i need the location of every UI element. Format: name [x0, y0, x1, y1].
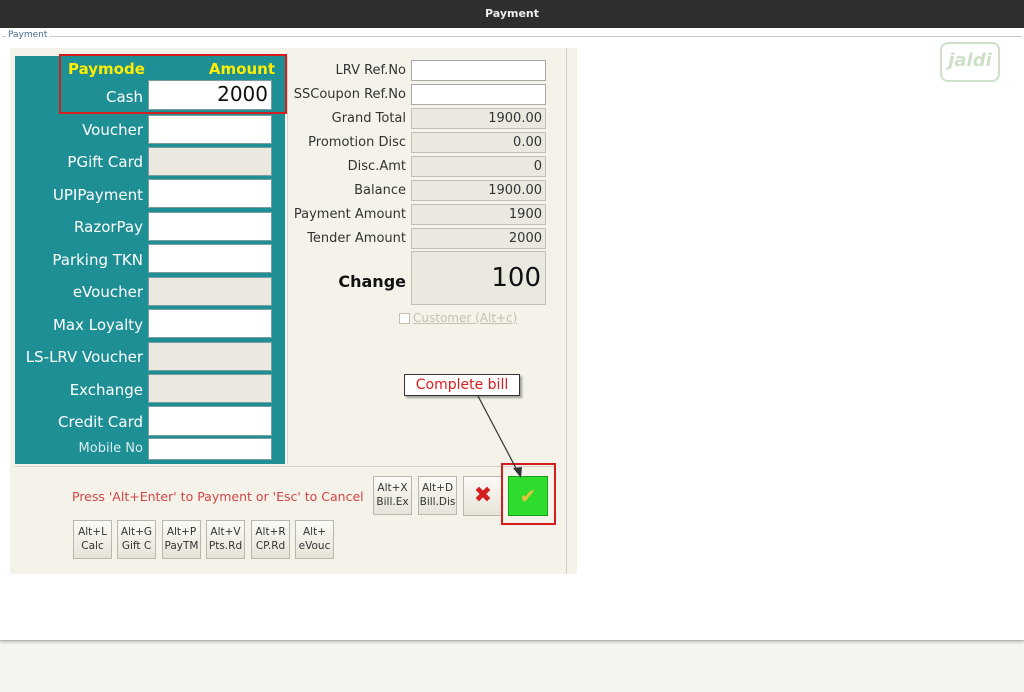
complete-bill-callout: Complete bill	[404, 374, 520, 396]
callout-arrow	[477, 395, 522, 478]
